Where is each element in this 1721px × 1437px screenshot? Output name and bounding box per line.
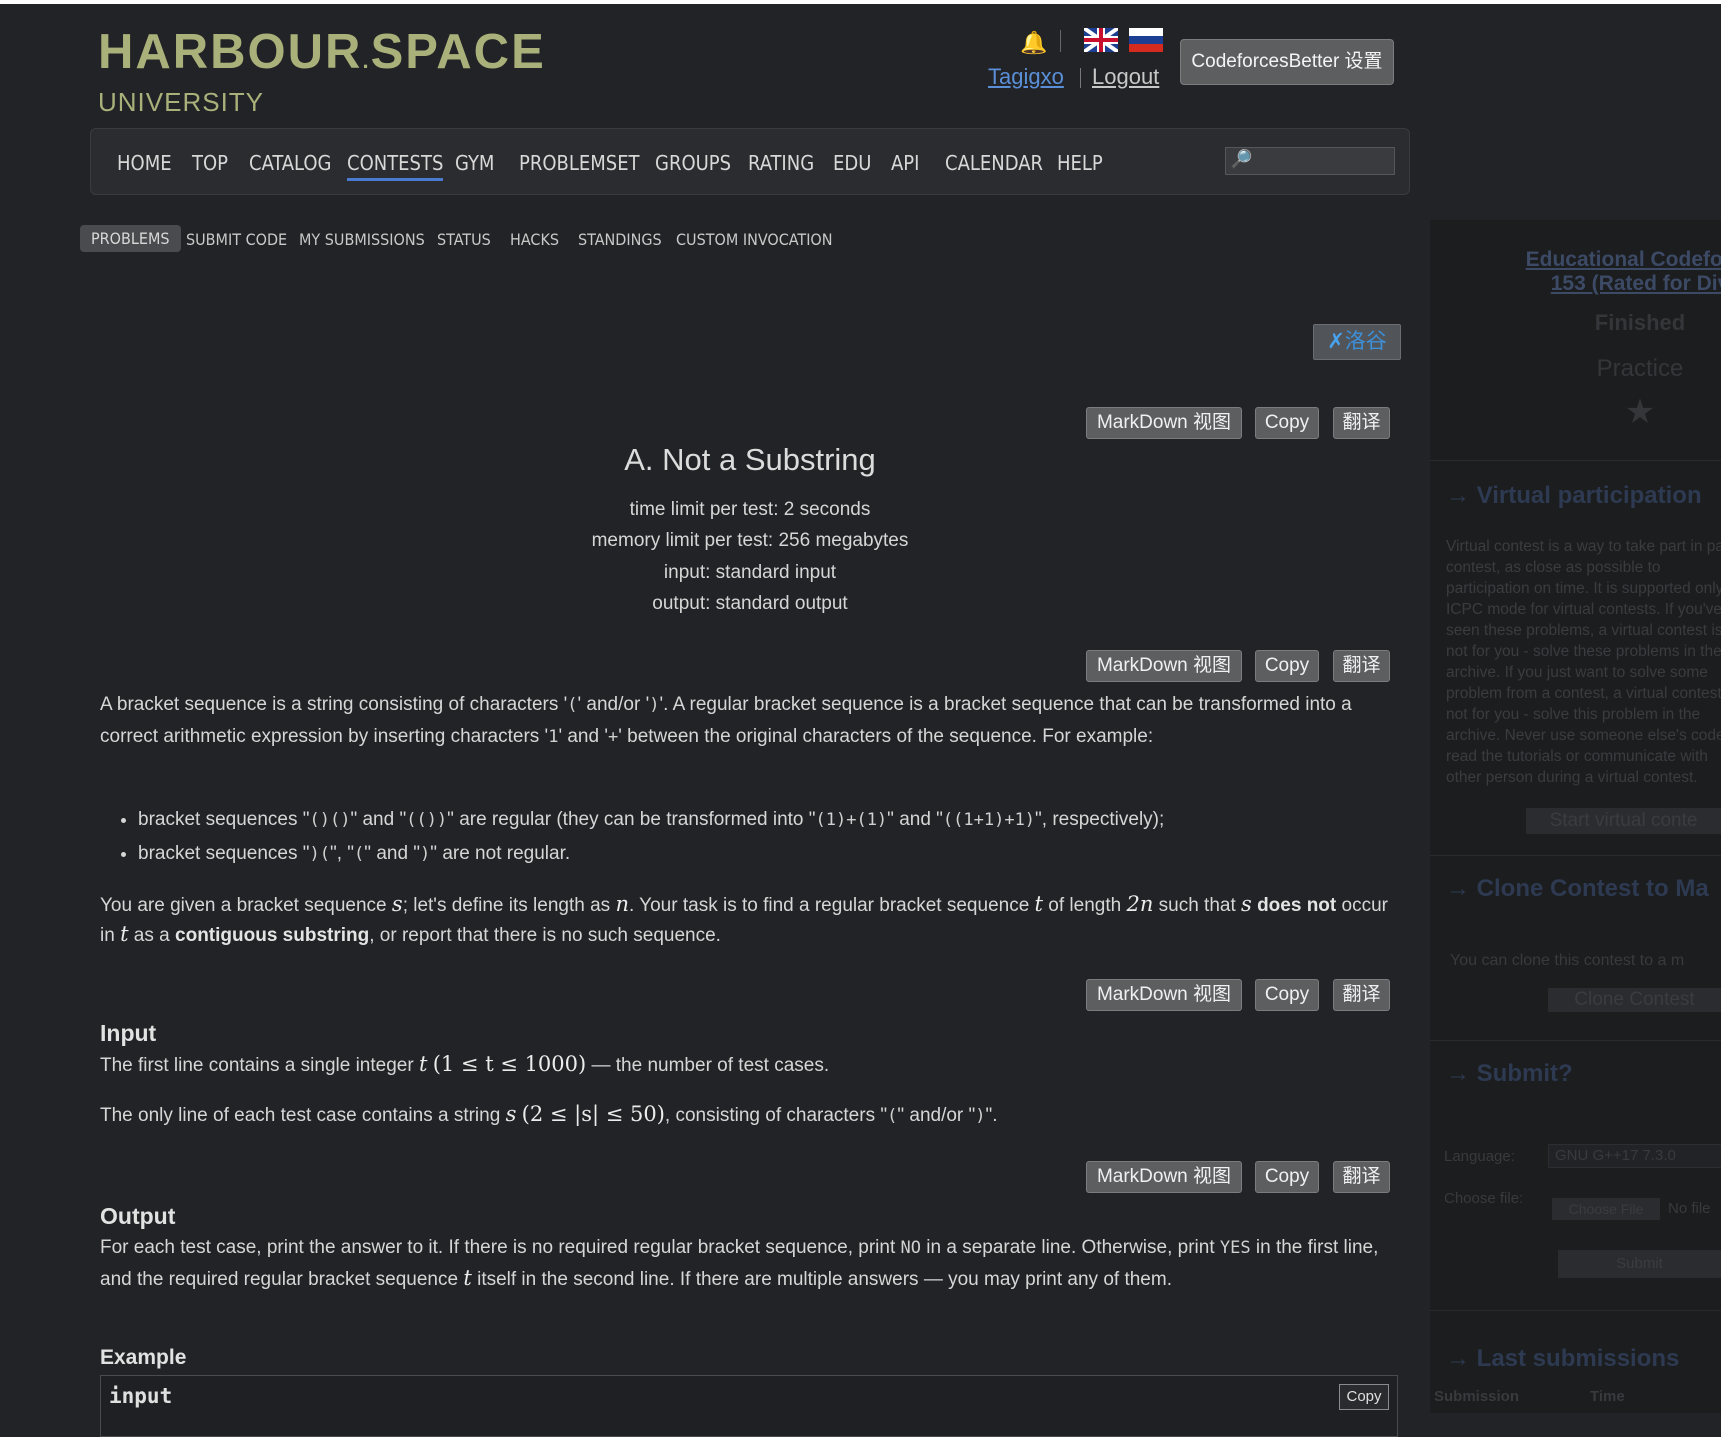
output-file: output: standard output xyxy=(652,593,848,614)
time-column-header: Time xyxy=(1590,1388,1625,1405)
nav-edu[interactable]: EDU xyxy=(833,151,871,175)
clone-contest-text: You can clone this contest to a m xyxy=(1450,952,1685,969)
submission-column-header: Submission xyxy=(1434,1388,1520,1405)
choose-file-button[interactable]: Choose File xyxy=(1552,1198,1660,1220)
bell-icon[interactable]: 🔔 xyxy=(1020,30,1047,56)
markdown-view-button[interactable]: MarkDown 视图 xyxy=(1086,407,1242,439)
contest-phase: Finished xyxy=(1594,310,1686,335)
submit-title: → Submit? xyxy=(1446,1060,1573,1087)
contest-name-link[interactable]: 153 (Rated for Div xyxy=(1430,272,1721,296)
main-nav: HOME TOP CATALOG CONTESTS GYM PROBLEMSET… xyxy=(90,128,1410,195)
logout-link[interactable]: Logout xyxy=(1092,64,1159,90)
example-copy-button[interactable]: Copy xyxy=(1339,1384,1389,1410)
russia-flag-icon[interactable] xyxy=(1129,28,1163,52)
harbour-space-logo[interactable]: HARBOUR.SPACE UNIVERSITY xyxy=(98,28,546,118)
nav-problemset[interactable]: PROBLEMSET xyxy=(519,151,640,175)
last-submissions-title: → Last submissions xyxy=(1446,1345,1680,1372)
input-section-title: Input xyxy=(100,1020,157,1046)
example-title: Example xyxy=(100,1346,187,1369)
nav-groups[interactable]: GROUPS xyxy=(655,151,731,175)
markdown-view-button[interactable]: MarkDown 视图 xyxy=(1086,979,1242,1011)
virtual-participation-text: Virtual contest is a way to take part in… xyxy=(1446,538,1721,786)
output-paragraph: For each test case, print the answer to … xyxy=(100,1237,1379,1290)
example-input-label: input xyxy=(109,1384,173,1408)
subnav-submit-code[interactable]: SUBMIT CODE xyxy=(186,230,287,249)
subnav-problems[interactable]: PROBLEMS xyxy=(80,225,181,252)
username-link[interactable]: Tagigxo xyxy=(988,64,1064,90)
start-virtual-contest-button[interactable]: Start virtual conte xyxy=(1526,808,1721,834)
contest-name-link[interactable]: Educational Codeforce xyxy=(1430,248,1721,272)
copy-button[interactable]: Copy xyxy=(1255,1161,1319,1193)
translate-button[interactable]: 翻译 xyxy=(1333,650,1390,682)
copy-button[interactable]: Copy xyxy=(1255,407,1319,439)
markdown-view-button[interactable]: MarkDown 视图 xyxy=(1086,1161,1242,1193)
statement-paragraph: A bracket sequence is a string consistin… xyxy=(100,694,1352,747)
language-label: Language: xyxy=(1444,1148,1515,1165)
subnav-standings[interactable]: STANDINGS xyxy=(578,230,662,249)
subnav-my-submissions[interactable]: MY SUBMISSIONS xyxy=(299,230,425,249)
subnav-hacks[interactable]: HACKS xyxy=(510,230,559,249)
language-select[interactable]: GNU G++17 7.3.0 xyxy=(1548,1144,1721,1168)
input-file: input: standard input xyxy=(663,562,837,583)
markdown-view-button[interactable]: MarkDown 视图 xyxy=(1086,650,1242,682)
problem-title: A. Not a Substring xyxy=(624,442,876,477)
example-input-box: input Copy xyxy=(100,1375,1398,1437)
nav-calendar[interactable]: CALENDAR xyxy=(945,151,1043,175)
divider xyxy=(1430,1040,1721,1041)
submit-button[interactable]: Submit xyxy=(1558,1250,1721,1278)
link-separator xyxy=(1080,68,1081,88)
divider xyxy=(1430,855,1721,856)
nav-contests[interactable]: CONTESTS xyxy=(347,151,444,181)
nav-catalog[interactable]: CATALOG xyxy=(249,151,331,175)
right-sidebar: Educational Codeforce 153 (Rated for Div… xyxy=(1430,220,1721,1413)
copy-button[interactable]: Copy xyxy=(1255,979,1319,1011)
nav-api[interactable]: API xyxy=(891,151,919,175)
virtual-participation-title: → Virtual participation xyxy=(1446,482,1702,509)
time-limit: time limit per test: 2 seconds xyxy=(629,499,871,520)
luogu-icon: ✗ xyxy=(1327,330,1345,353)
translate-button[interactable]: 翻译 xyxy=(1333,407,1390,439)
subnav-status[interactable]: STATUS xyxy=(437,230,491,249)
nav-gym[interactable]: GYM xyxy=(455,151,494,175)
top-strip xyxy=(0,0,1721,4)
header-separator xyxy=(1060,30,1061,52)
example-list: bracket sequences "()()" and "(())" are … xyxy=(100,803,1428,871)
search-input[interactable]: 🔎 xyxy=(1225,147,1395,175)
input-line-1: The first line contains a single integer… xyxy=(100,1052,830,1076)
clone-contest-title: → Clone Contest to Ma xyxy=(1446,875,1709,902)
contest-practice: Practice xyxy=(1596,355,1684,382)
copy-button[interactable]: Copy xyxy=(1255,650,1319,682)
list-item: bracket sequences ")(", "(" and ")" are … xyxy=(138,837,1428,871)
statement-paragraph: You are given a bracket sequence s; let'… xyxy=(100,892,1388,946)
codeforces-better-settings-button[interactable]: CodeforcesBetter 设置 xyxy=(1180,39,1394,85)
search-icon: 🔎 xyxy=(1230,149,1253,169)
nav-home[interactable]: HOME xyxy=(117,151,172,175)
nav-help[interactable]: HELP xyxy=(1057,151,1103,175)
nav-top[interactable]: TOP xyxy=(192,151,228,175)
output-section-title: Output xyxy=(100,1203,176,1229)
uk-flag-icon[interactable] xyxy=(1084,28,1118,52)
luogu-button[interactable]: ✗洛谷 xyxy=(1313,324,1401,360)
divider xyxy=(1430,460,1721,461)
star-icon[interactable]: ★ xyxy=(1430,392,1721,432)
nav-rating[interactable]: RATING xyxy=(748,151,814,175)
memory-limit: memory limit per test: 256 megabytes xyxy=(591,530,909,551)
divider xyxy=(1430,1310,1721,1311)
list-item: bracket sequences "()()" and "(())" are … xyxy=(138,803,1428,837)
choose-file-label: Choose file: xyxy=(1444,1190,1524,1207)
no-file-text: No file xyxy=(1668,1200,1711,1217)
clone-contest-button[interactable]: Clone Contest xyxy=(1548,988,1721,1012)
input-line-2: The only line of each test case contains… xyxy=(100,1102,998,1126)
translate-button[interactable]: 翻译 xyxy=(1333,1161,1390,1193)
subnav-custom-invocation[interactable]: CUSTOM INVOCATION xyxy=(676,230,833,249)
translate-button[interactable]: 翻译 xyxy=(1333,979,1390,1011)
